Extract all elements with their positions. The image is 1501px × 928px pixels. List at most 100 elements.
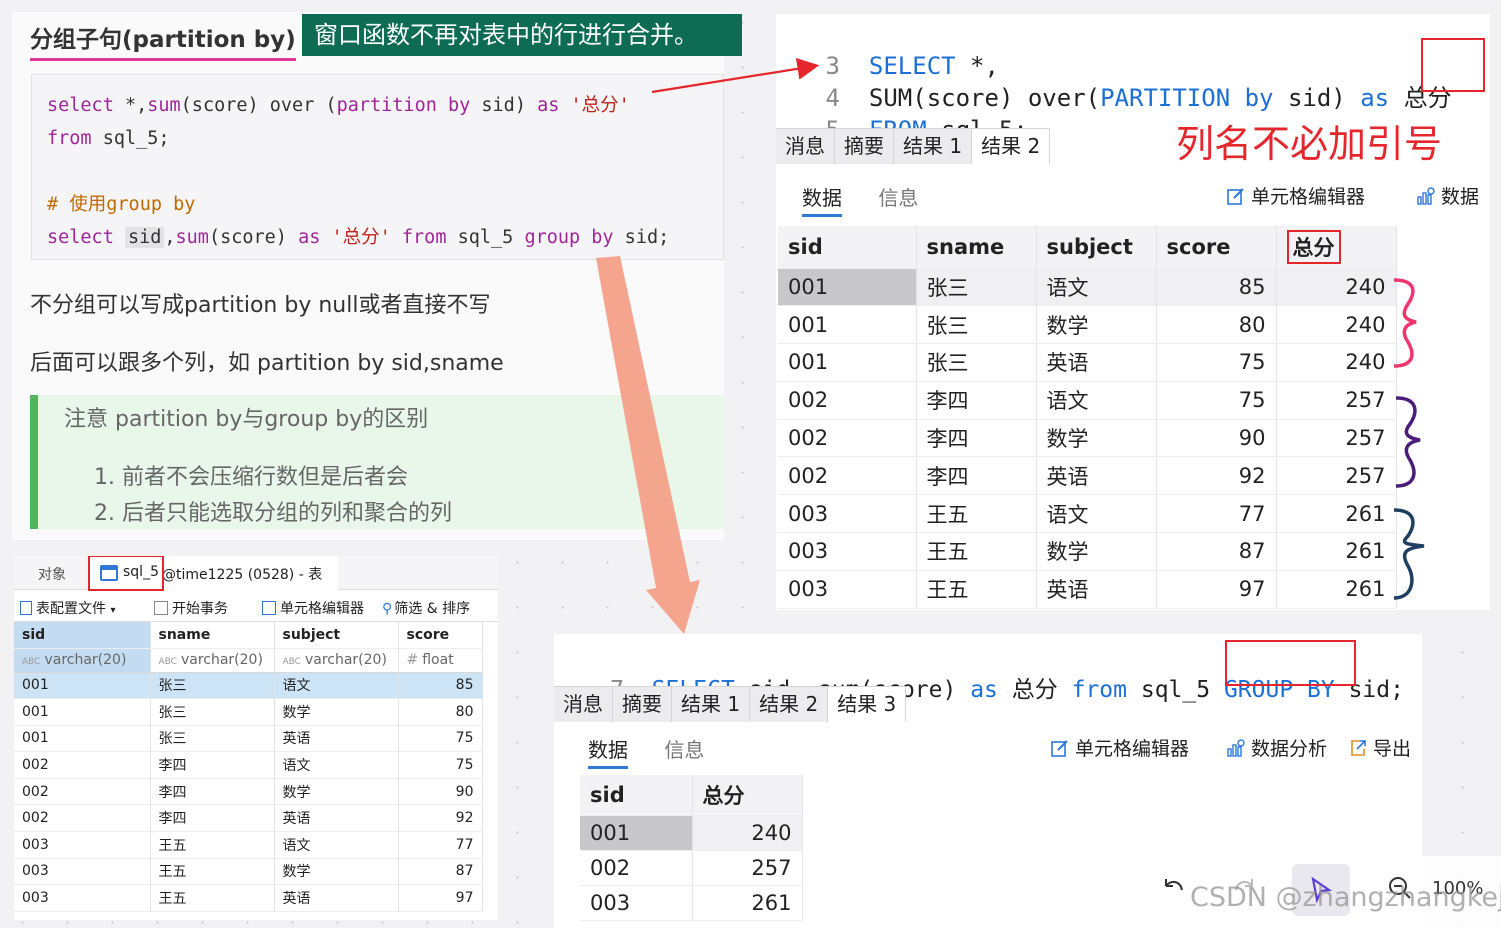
- subnav-info[interactable]: 信息: [878, 186, 918, 210]
- table-cell[interactable]: 002: [778, 381, 917, 420]
- table-cell[interactable]: 张三: [150, 725, 275, 753]
- data-analysis-button[interactable]: 数据分析: [1226, 734, 1327, 761]
- column-header[interactable]: sid: [778, 226, 917, 269]
- column-header[interactable]: subject: [274, 622, 399, 649]
- cell-editor-button[interactable]: 单元格编辑器: [262, 598, 364, 618]
- table-cell[interactable]: 003: [778, 532, 917, 571]
- table-cell[interactable]: 257: [1276, 381, 1397, 420]
- table-cell[interactable]: 261: [692, 885, 803, 921]
- table-cell[interactable]: 001: [14, 725, 151, 753]
- table-row[interactable]: 001 240: [580, 815, 803, 851]
- undo-icon[interactable]: [1160, 874, 1188, 902]
- table-cell[interactable]: 85: [398, 672, 483, 700]
- table-cell[interactable]: 张三: [916, 343, 1037, 382]
- table-cell[interactable]: 李四: [916, 419, 1037, 458]
- table-cell[interactable]: 张三: [916, 305, 1037, 345]
- table-cell[interactable]: 77: [1156, 494, 1277, 534]
- table-cell[interactable]: 王五: [150, 858, 275, 886]
- subnav-info[interactable]: 信息: [664, 738, 704, 762]
- table-row[interactable]: 001 张三 数学 80 240: [778, 305, 1397, 345]
- table-cell[interactable]: 261: [1276, 494, 1397, 534]
- cell-editor-button[interactable]: 单元格编辑器: [1226, 182, 1365, 209]
- table-cell[interactable]: 75: [398, 725, 483, 753]
- table-cell[interactable]: 002: [778, 419, 917, 458]
- table-cell[interactable]: 数学: [1036, 419, 1157, 458]
- table-cell[interactable]: 75: [398, 751, 483, 779]
- column-header[interactable]: sname: [150, 622, 275, 649]
- table-cell[interactable]: 英语: [1036, 343, 1157, 382]
- table-cell[interactable]: 90: [1156, 419, 1277, 458]
- table-cell[interactable]: 240: [692, 815, 803, 851]
- tab-messages[interactable]: 消息: [776, 128, 835, 164]
- table-cell[interactable]: 002: [14, 778, 151, 806]
- table-cell[interactable]: 261: [1276, 532, 1397, 571]
- table-cell[interactable]: 240: [1276, 305, 1397, 345]
- table-cell[interactable]: 77: [398, 831, 483, 859]
- table-cell[interactable]: 240: [1276, 268, 1397, 307]
- table-row[interactable]: 002 李四 英语 92: [14, 804, 483, 833]
- filter-sort-button[interactable]: ⚲ 筛选 & 排序: [382, 598, 470, 618]
- table-cell[interactable]: 王五: [150, 831, 275, 859]
- table-cell[interactable]: 001: [14, 698, 151, 726]
- table-row[interactable]: 003 王五 数学 87: [14, 858, 483, 886]
- table-cell[interactable]: 85: [1156, 268, 1277, 307]
- column-header[interactable]: sid: [580, 775, 693, 816]
- table-row[interactable]: 002 李四 语文 75: [14, 751, 483, 779]
- tab-result-2[interactable]: 结果 2: [750, 686, 829, 722]
- table-cell[interactable]: 李四: [150, 751, 275, 779]
- table-row[interactable]: 001 张三 数学 80: [14, 698, 483, 726]
- table-cell[interactable]: 王五: [150, 884, 275, 912]
- table-cell[interactable]: 001: [580, 815, 693, 851]
- subnav-data[interactable]: 数据: [802, 186, 842, 217]
- subnav-data[interactable]: 数据: [588, 738, 628, 769]
- table-cell[interactable]: 75: [1156, 381, 1277, 420]
- column-header[interactable]: score: [1156, 226, 1277, 269]
- tab-result-1[interactable]: 结果 1: [672, 686, 751, 722]
- table-cell[interactable]: 语文: [274, 751, 399, 779]
- table-cell[interactable]: 257: [1276, 419, 1397, 458]
- table-cell[interactable]: 语文: [1036, 494, 1157, 534]
- table-cell[interactable]: 001: [778, 343, 917, 382]
- table-cell[interactable]: 003: [580, 885, 693, 921]
- table-cell[interactable]: 002: [778, 456, 917, 496]
- table-row[interactable]: 001 张三 英语 75: [14, 725, 483, 753]
- table-cell[interactable]: 97: [398, 884, 483, 912]
- table-cell[interactable]: 张三: [150, 698, 275, 726]
- table-cell[interactable]: 英语: [274, 884, 399, 912]
- table-row[interactable]: 001 张三 英语 75 240: [778, 343, 1397, 382]
- tab-objects[interactable]: 对象: [38, 564, 66, 584]
- table-cell[interactable]: 002: [14, 751, 151, 779]
- table-row[interactable]: 003 261: [580, 885, 803, 921]
- table-cell[interactable]: 王五: [916, 532, 1037, 571]
- table-cell[interactable]: 语文: [1036, 268, 1157, 307]
- export-button[interactable]: 导出: [1348, 734, 1411, 761]
- table-cell[interactable]: 英语: [274, 804, 399, 833]
- column-header[interactable]: sname: [916, 226, 1037, 269]
- table-cell[interactable]: 英语: [274, 725, 399, 753]
- table-row[interactable]: 003 王五 英语 97: [14, 884, 483, 912]
- table-cell[interactable]: 87: [398, 858, 483, 886]
- table-cell[interactable]: 张三: [916, 268, 1037, 307]
- table-cell[interactable]: 97: [1156, 570, 1277, 609]
- profile-button[interactable]: 表配置文件 ▾: [20, 598, 115, 618]
- table-cell[interactable]: 李四: [150, 778, 275, 806]
- table-cell[interactable]: 001: [14, 672, 151, 700]
- table-row[interactable]: 002 李四 数学 90 257: [778, 419, 1397, 458]
- table-cell[interactable]: 数学: [274, 698, 399, 726]
- table-cell[interactable]: 李四: [916, 381, 1037, 420]
- table-cell[interactable]: 80: [1156, 305, 1277, 345]
- table-cell[interactable]: 李四: [150, 804, 275, 833]
- table-cell[interactable]: 语文: [274, 831, 399, 859]
- table-cell[interactable]: 数学: [1036, 532, 1157, 571]
- cell-editor-button[interactable]: 单元格编辑器: [1050, 734, 1189, 761]
- table-cell[interactable]: 92: [1156, 456, 1277, 496]
- tab-summary[interactable]: 摘要: [613, 686, 672, 722]
- column-header[interactable]: sid: [14, 622, 151, 649]
- table-cell[interactable]: 003: [14, 831, 151, 859]
- table-cell[interactable]: 语文: [274, 672, 399, 700]
- tab-result-3[interactable]: 结果 3: [828, 686, 907, 722]
- table-cell[interactable]: 英语: [1036, 456, 1157, 496]
- table-row[interactable]: 001 张三 语文 85: [14, 672, 483, 700]
- table-cell[interactable]: 李四: [916, 456, 1037, 496]
- column-header-total[interactable]: 总分: [1276, 226, 1397, 269]
